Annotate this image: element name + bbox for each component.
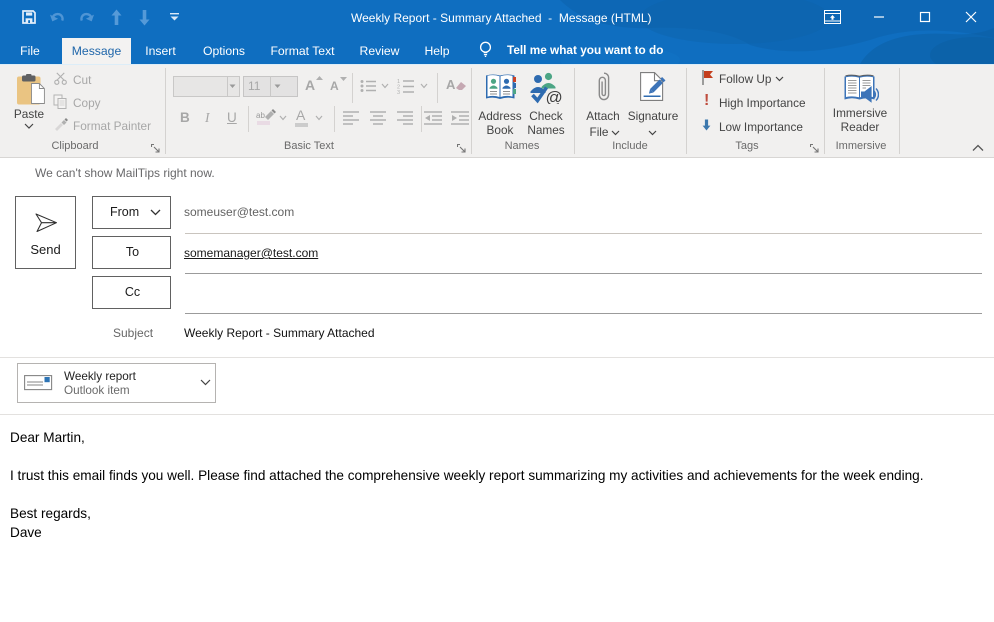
svg-text:@: @ [546,88,563,104]
svg-text:ab: ab [256,111,265,120]
svg-text:3: 3 [397,90,400,94]
